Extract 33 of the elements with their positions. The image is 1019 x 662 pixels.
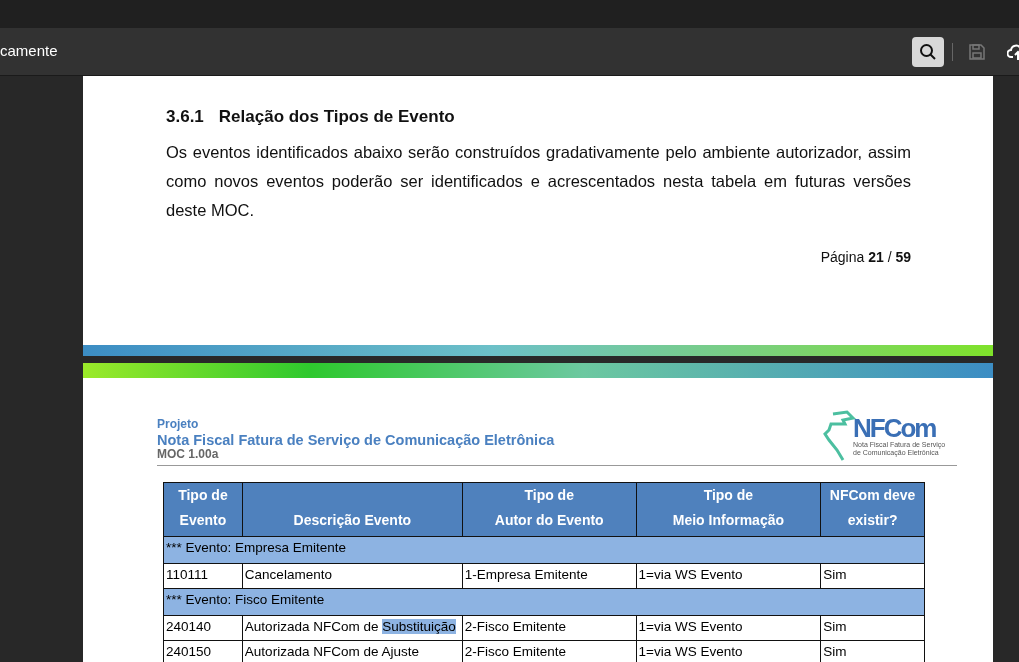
table-cell: Cancelamento: [242, 563, 463, 589]
column-header: NFCom deve existir?: [820, 482, 925, 537]
section-number: 3.6.1: [166, 106, 204, 128]
table-cell: Sim: [820, 615, 925, 641]
logo-text: NFCom: [853, 415, 936, 442]
table-cell: 240140: [163, 615, 243, 641]
group-row: *** Evento: Fisco Emitente: [163, 588, 925, 616]
document-title: camente: [0, 41, 58, 62]
table-cell: 1-Empresa Emitente: [462, 563, 637, 589]
column-header: Tipo de Autor do Evento: [462, 482, 637, 537]
search-icon: [919, 42, 937, 61]
table-cell: 1=via WS Evento: [636, 640, 821, 662]
table-cell: 240150: [163, 640, 243, 662]
project-name: Nota Fiscal Fatura de Serviço de Comunicação Eletrônica: [157, 431, 555, 449]
table-cell: 1=via WS Evento: [636, 615, 821, 641]
search-button[interactable]: [912, 36, 944, 67]
column-header: Tipo de Meio Informação: [636, 482, 821, 537]
column-header: Tipo de Evento: [163, 482, 243, 537]
save-icon: [968, 42, 986, 61]
table-cell: Autorizada NFCom de Substituição: [242, 615, 463, 641]
paragraph: Os eventos identificados abaixo serão construídos gradativamente pelo ambiente autorizador, assim como novos eventos poderão ser identificados e acrescentados nesta tabela em futuras versões deste MOC.: [166, 141, 911, 221]
group-row: *** Evento: Empresa Emitente: [163, 536, 925, 564]
table-cell: 2-Fisco Emitente: [462, 640, 637, 662]
table-cell: 110111: [163, 563, 243, 589]
table-cell: Sim: [820, 563, 925, 589]
table-cell: 1=via WS Evento: [636, 563, 821, 589]
column-header: Descrição Evento: [242, 482, 463, 537]
section-heading: Relação dos Tipos de Evento: [218, 106, 455, 128]
document-version: MOC 1.00a: [157, 448, 220, 462]
table-cell: 2-Fisco Emitente: [462, 615, 637, 641]
table-cell: Autorizada NFCom de Ajuste: [242, 640, 463, 662]
page-number: Página 21 / 59: [820, 247, 911, 267]
project-label: Projeto: [157, 417, 200, 432]
